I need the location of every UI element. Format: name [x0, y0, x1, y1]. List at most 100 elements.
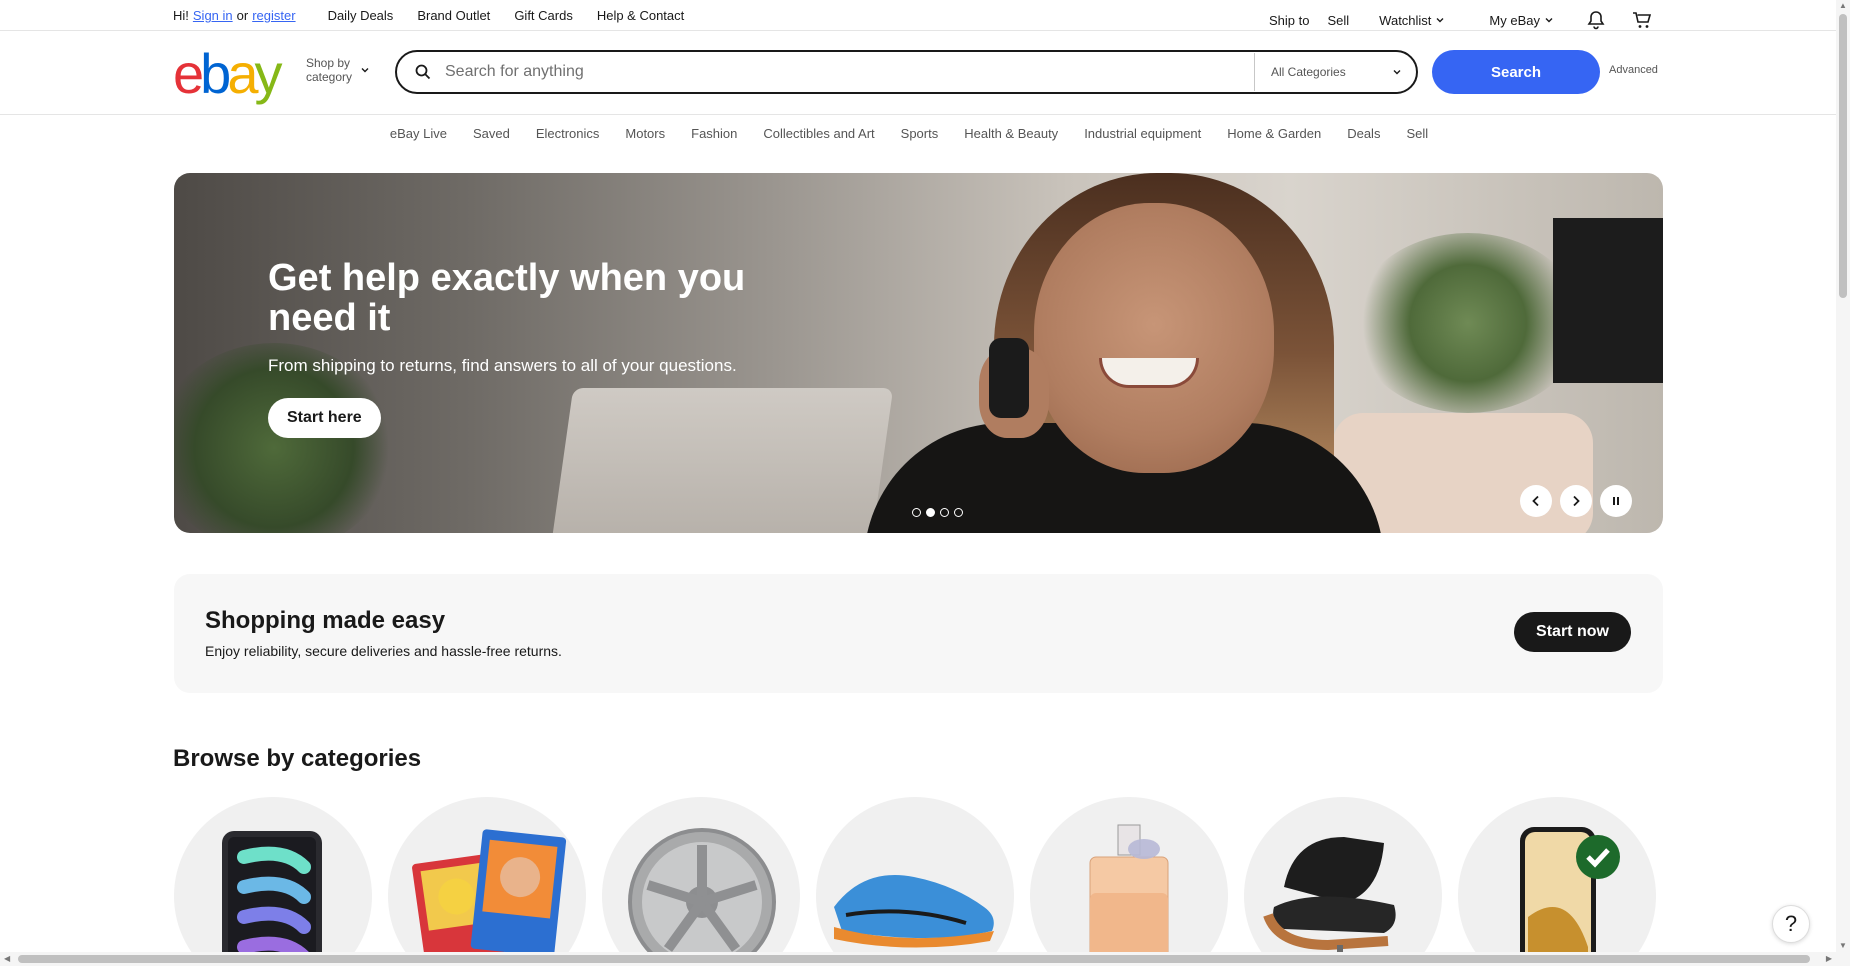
search-icon [397, 64, 437, 80]
nav-item-motors[interactable]: Motors [625, 126, 665, 141]
category-tile-furniture[interactable] [1244, 797, 1442, 966]
shopping-made-easy-banner: Shopping made easy Enjoy reliability, se… [174, 574, 1663, 693]
chevron-down-icon [1436, 18, 1444, 23]
hero-image-tv [1553, 218, 1663, 383]
category-select[interactable]: All Categories [1254, 53, 1416, 91]
carousel-prev-button[interactable] [1520, 485, 1552, 517]
category-select-value: All Categories [1271, 65, 1346, 79]
search-bar: All Categories [395, 50, 1418, 94]
category-nav: eBay Live Saved Electronics Motors Fashi… [0, 116, 1836, 150]
brand-outlet-link[interactable]: Brand Outlet [417, 8, 490, 23]
search-button[interactable]: Search [1432, 50, 1600, 94]
carousel-pause-button[interactable] [1600, 485, 1632, 517]
carousel-dot[interactable] [940, 508, 949, 517]
nav-item-fashion[interactable]: Fashion [691, 126, 737, 141]
carousel-dot-active[interactable] [926, 508, 935, 517]
chevron-down-icon [361, 68, 369, 73]
nav-item-sell[interactable]: Sell [1406, 126, 1428, 141]
alloy-wheel-icon [628, 828, 776, 966]
cart-icon[interactable] [1630, 8, 1654, 32]
main-header: ebay Shop by category All Categories Sea… [0, 32, 1836, 115]
greeting-prefix: Hi! [173, 8, 189, 23]
scroll-left-icon[interactable]: ◀ [4, 955, 10, 963]
top-right-links: Ship to Sell Watchlist My eBay [1269, 8, 1654, 32]
category-tile-tablet[interactable] [174, 797, 372, 966]
hero-image-plant [1353, 233, 1583, 413]
hero-subtitle: From shipping to returns, find answers t… [268, 356, 737, 375]
hero-title: Get help exactly when you need it [268, 257, 746, 339]
hero-image-person-face [1034, 203, 1274, 473]
nav-item-deals[interactable]: Deals [1347, 126, 1380, 141]
start-now-button[interactable]: Start now [1514, 612, 1631, 652]
nav-item-sports[interactable]: Sports [901, 126, 939, 141]
easy-title: Shopping made easy [205, 607, 446, 634]
lounge-chair-icon [1263, 837, 1396, 966]
my-ebay-dropdown[interactable]: My eBay [1489, 13, 1554, 28]
carousel-dots [912, 508, 963, 517]
nav-item-collectibles[interactable]: Collectibles and Art [763, 126, 874, 141]
sign-in-link[interactable]: Sign in [193, 8, 233, 23]
daily-deals-link[interactable]: Daily Deals [328, 8, 394, 23]
carousel-dot[interactable] [912, 508, 921, 517]
perfume-icon [1089, 824, 1169, 966]
chevron-right-icon [1573, 495, 1580, 507]
scroll-down-icon[interactable]: ▼ [1839, 942, 1847, 950]
shop-by-category-button[interactable]: Shop by category [306, 56, 370, 84]
smartphone-icon [1520, 827, 1620, 966]
hero-image-phone [989, 338, 1029, 418]
ship-to-button[interactable]: Ship to [1269, 13, 1309, 28]
shopping-cart-icon [1633, 12, 1652, 28]
advanced-search-link[interactable]: Advanced [1609, 64, 1658, 76]
watchlist-label: Watchlist [1379, 12, 1432, 28]
nav-item-ebay-live[interactable]: eBay Live [390, 126, 447, 141]
shop-by-label: Shop by [306, 56, 351, 70]
watchlist-dropdown[interactable]: Watchlist [1379, 13, 1445, 28]
vertical-scroll-thumb[interactable] [1839, 14, 1847, 298]
category-circles [174, 797, 1656, 966]
chevron-down-icon [1393, 70, 1401, 75]
category-tile-wheel[interactable] [602, 797, 800, 966]
horizontal-scroll-thumb[interactable] [18, 955, 1810, 963]
category-tile-sneakers[interactable] [816, 797, 1014, 966]
tablet-icon [222, 831, 322, 966]
hero-carousel: Get help exactly when you need it From s… [174, 173, 1663, 533]
scroll-right-icon[interactable]: ▶ [1826, 955, 1832, 963]
top-left-links: Hi! Sign in or register Daily Deals Bran… [173, 8, 684, 23]
register-link[interactable]: register [252, 8, 295, 23]
carousel-next-button[interactable] [1560, 485, 1592, 517]
hero-text: Get help exactly when you need it From s… [268, 258, 788, 438]
category-tile-perfume[interactable] [1030, 797, 1228, 966]
hero-image-smile [1099, 358, 1199, 388]
bell-icon [1587, 11, 1605, 30]
vertical-scrollbar[interactable]: ▲ ▼ [1836, 0, 1850, 966]
nav-item-health-beauty[interactable]: Health & Beauty [964, 126, 1058, 141]
category-tile-trading-cards[interactable] [388, 797, 586, 966]
top-utility-bar: Hi! Sign in or register Daily Deals Bran… [0, 0, 1836, 31]
greeting-or: or [236, 8, 249, 23]
browse-title: Browse by categories [173, 745, 422, 772]
ebay-logo[interactable]: ebay [173, 46, 282, 102]
carousel-dot[interactable] [954, 508, 963, 517]
category-tile-smartphone[interactable] [1458, 797, 1656, 966]
trading-cards-icon [412, 829, 567, 966]
notification-bell-icon[interactable] [1584, 8, 1608, 32]
search-input[interactable] [437, 53, 1254, 91]
easy-subtitle: Enjoy reliability, secure deliveries and… [205, 643, 562, 659]
carousel-controls [1520, 485, 1632, 517]
sell-link[interactable]: Sell [1327, 13, 1349, 28]
nav-item-industrial[interactable]: Industrial equipment [1084, 126, 1201, 141]
nav-item-home-garden[interactable]: Home & Garden [1227, 126, 1321, 141]
category-label: category [306, 70, 353, 84]
gift-cards-link[interactable]: Gift Cards [514, 8, 573, 23]
pause-icon [1613, 497, 1619, 505]
chevron-down-icon [1545, 18, 1553, 23]
horizontal-scrollbar[interactable]: ◀ ▶ [0, 952, 1836, 966]
scroll-up-icon[interactable]: ▲ [1839, 2, 1847, 10]
nav-item-saved[interactable]: Saved [473, 126, 510, 141]
sneaker-icon [834, 875, 994, 948]
nav-item-electronics[interactable]: Electronics [536, 126, 600, 141]
start-here-button[interactable]: Start here [268, 398, 381, 438]
help-contact-link[interactable]: Help & Contact [597, 8, 684, 23]
my-ebay-label: My eBay [1489, 12, 1540, 28]
help-button[interactable]: ? [1772, 905, 1810, 943]
